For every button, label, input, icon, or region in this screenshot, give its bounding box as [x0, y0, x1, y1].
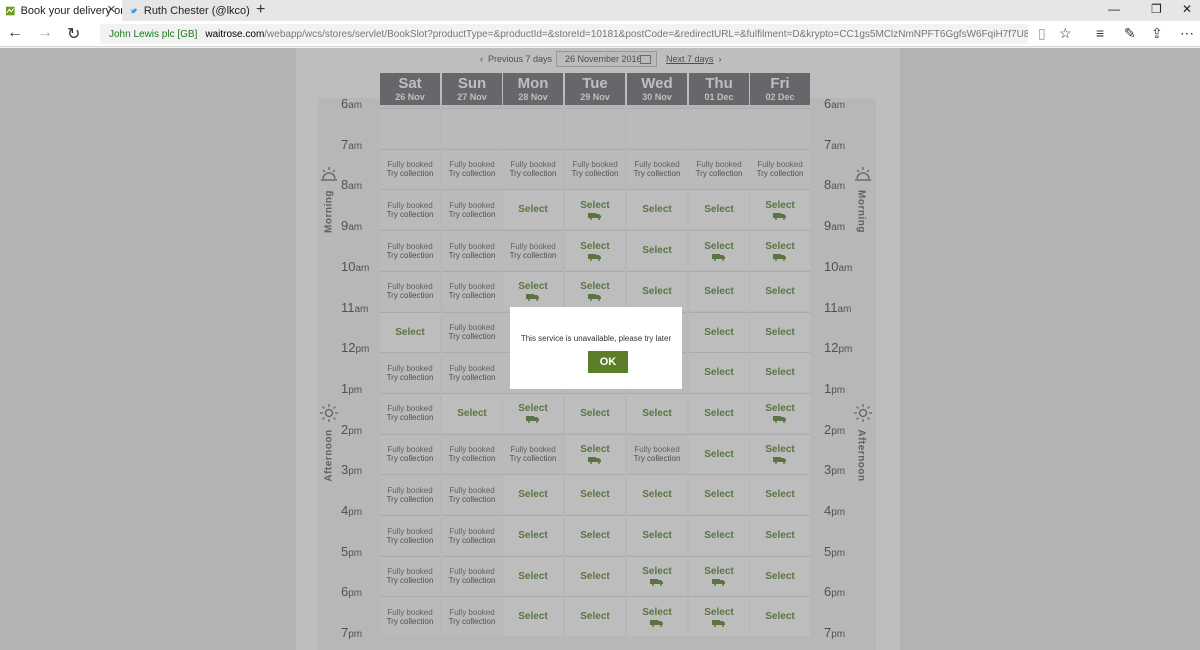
hub-icon[interactable]: ≡ [1096, 25, 1104, 41]
new-tab-icon[interactable]: + [256, 1, 265, 19]
waitrose-favicon-icon [6, 6, 15, 15]
minimize-icon[interactable]: — [1108, 2, 1120, 16]
ok-button[interactable]: OK [588, 351, 628, 373]
close-window-icon[interactable]: ✕ [1182, 2, 1192, 16]
back-arrow-icon[interactable]: ← [7, 24, 23, 42]
error-message: This service is unavailable, please try … [520, 334, 672, 343]
tab-bar: Book your delivery or co ✕ Ruth Chester … [0, 0, 1200, 21]
address-bar: ← → ↻ John Lewis plc [GB] waitrose.com/w… [0, 21, 1200, 47]
web-note-icon[interactable]: ✎ [1124, 25, 1136, 42]
tab-title: Ruth Chester (@lkco) | Twitt [143, 4, 252, 17]
more-icon[interactable]: ⋯ [1180, 25, 1194, 42]
refresh-icon[interactable]: ↻ [67, 24, 80, 44]
url-host: waitrose.com [205, 28, 265, 40]
close-tab-icon[interactable]: ✕ [107, 3, 116, 16]
error-dialog: This service is unavailable, please try … [510, 307, 682, 389]
site-identity: John Lewis plc [GB] [109, 28, 198, 40]
reading-view-icon[interactable]: ▯ [1038, 25, 1046, 42]
tab-waitrose[interactable]: Book your delivery or co ✕ [0, 0, 122, 21]
forward-arrow-icon[interactable]: → [37, 24, 53, 42]
share-icon[interactable]: ⇪ [1151, 25, 1163, 42]
tab-twitter[interactable]: Ruth Chester (@lkco) | Twitt [124, 0, 252, 21]
restore-icon[interactable]: ❐ [1151, 2, 1162, 16]
url-field[interactable]: John Lewis plc [GB] waitrose.com/webapp/… [100, 24, 1028, 44]
star-icon[interactable]: ☆ [1059, 25, 1072, 42]
page-content: ‹ Previous 7 days 26 November 2016 Next … [0, 48, 1200, 650]
twitter-bird-icon [130, 7, 138, 13]
url-path: /webapp/wcs/stores/servlet/BookSlot?prod… [264, 28, 1028, 40]
